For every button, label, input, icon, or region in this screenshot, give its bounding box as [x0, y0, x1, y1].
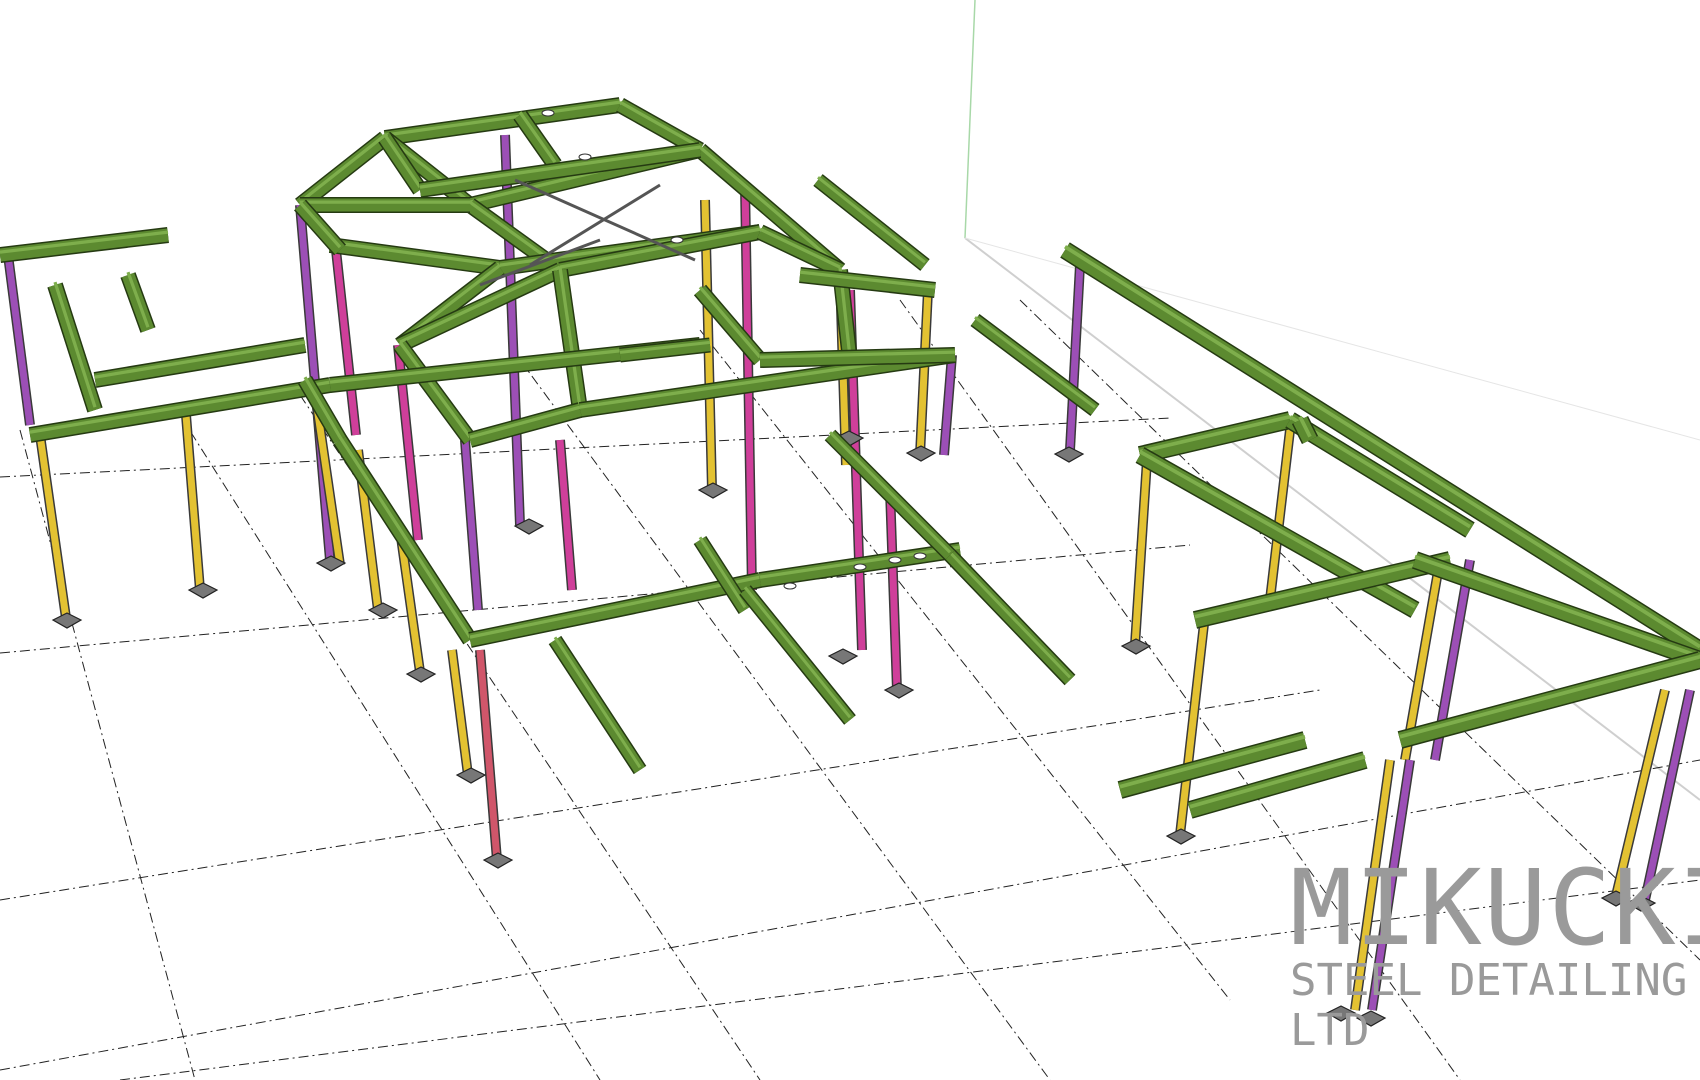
beam-hole-4	[783, 582, 797, 590]
column-28	[1351, 759, 1394, 1011]
beam-hole-1	[541, 109, 555, 117]
base-plate-9	[697, 482, 729, 499]
ground-beam-6-flange	[817, 176, 926, 264]
base-plate-12	[905, 445, 937, 462]
base-plate-5	[405, 666, 437, 683]
grid-line-horizontal-5	[119, 879, 1700, 1080]
grid-line-vertical-1	[19, 429, 196, 1080]
beam-hole-3	[670, 236, 684, 244]
ground-beam-4-flange	[948, 551, 1072, 679]
base-plate-14	[1053, 446, 1085, 463]
column-22	[1066, 264, 1084, 451]
right-building-beam-4	[1286, 413, 1474, 537]
beam-hole-7	[913, 552, 927, 560]
base-plate-16	[1165, 828, 1197, 845]
column-12	[476, 649, 501, 861]
grid-line-horizontal-4	[0, 759, 1700, 1071]
steel-frame-model	[0, 0, 1700, 1080]
beam-hole-2	[578, 153, 592, 161]
base-plate-18	[1355, 1010, 1387, 1027]
column-2	[36, 434, 70, 619]
right-building-beam-4-flange	[1289, 415, 1471, 529]
left-annex-beam-4	[93, 338, 307, 387]
roof-beam-1	[384, 98, 621, 145]
left-annex-beam-5-flange	[29, 380, 331, 434]
column-6	[332, 249, 360, 436]
roof-beam-22	[799, 268, 936, 297]
left-annex-beam-8-flange	[469, 575, 761, 639]
roof-beam-6-flange	[698, 145, 842, 269]
base-plate-10	[827, 648, 859, 665]
roof-beam-19	[468, 403, 582, 447]
base-plate-20	[1625, 895, 1657, 912]
ground-beam-3-flange	[743, 586, 852, 719]
left-annex-beam-5	[28, 378, 332, 442]
base-plate-19	[1600, 890, 1632, 907]
roof-beam-3	[616, 99, 704, 156]
roof-beam-2	[295, 132, 390, 211]
column-20	[940, 354, 956, 456]
roof-beam-2-flange	[298, 133, 387, 204]
right-building-beam-2	[1138, 412, 1292, 463]
base-plate-1	[51, 612, 83, 629]
ground-beam-6	[814, 175, 929, 270]
ground-beam-1-flange	[553, 636, 642, 769]
base-plate-7	[482, 852, 514, 869]
left-annex-beam-4-flange	[94, 340, 306, 379]
column-30	[1611, 689, 1669, 901]
base-plate-15	[1120, 638, 1152, 655]
column-11	[448, 649, 472, 776]
beam-hole-5	[853, 563, 867, 571]
grid-line-vertical-5	[699, 329, 1231, 1001]
column-1	[4, 254, 34, 426]
axis-line-vertical	[964, 0, 976, 239]
left-annex-beam-2-flange	[53, 281, 97, 408]
column-31	[1641, 689, 1694, 901]
column-29	[1368, 759, 1414, 1011]
column-24	[1266, 429, 1294, 601]
left-annex-beam-7-flange	[338, 436, 472, 639]
roof-beam-1-flange	[384, 100, 621, 137]
ground-beam-4	[945, 550, 1075, 685]
left-annex-beam-8	[468, 573, 762, 647]
grid-line-horizontal-2	[0, 544, 1191, 654]
beam-hole-6	[888, 556, 902, 564]
3d-model-viewport[interactable]: MIKUCKI STEEL DETAILING LTD	[0, 0, 1700, 1080]
roof-beam-3-flange	[619, 100, 701, 149]
base-plate-6	[455, 767, 487, 784]
base-plate-2	[187, 582, 219, 599]
base-plate-11	[883, 682, 915, 699]
